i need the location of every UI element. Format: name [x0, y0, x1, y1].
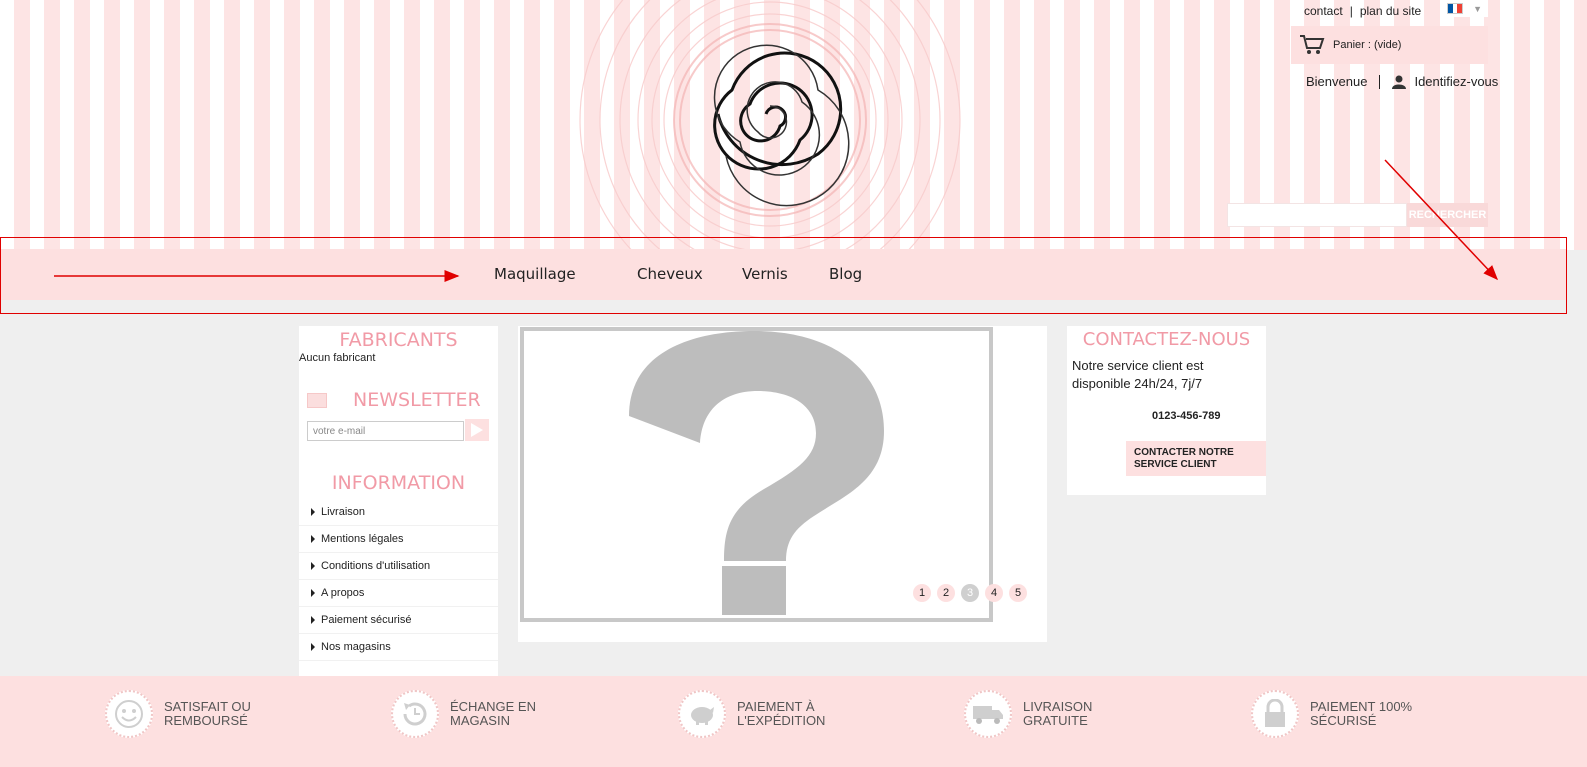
nav-item-blog[interactable]: Blog [829, 265, 862, 283]
contact-service-button[interactable]: CONTACTER NOTRE SERVICE CLIENT [1126, 441, 1266, 476]
newsletter-submit-button[interactable] [465, 419, 489, 441]
reassurance-footer: SATISFAIT OU REMBOURSÉ ÉCHANGE EN MAGASIN … [0, 676, 1587, 767]
feature-line: SÉCURISÉ [1310, 713, 1377, 728]
caret-right-icon [311, 643, 315, 651]
caret-right-icon [311, 589, 315, 597]
info-item-label: Mentions légales [321, 533, 404, 545]
contact-title: CONTACTEZ-NOUS [1082, 329, 1251, 350]
contact-link[interactable]: contact [1304, 4, 1343, 18]
cart-block[interactable]: Panier : (vide) [1291, 26, 1488, 64]
information-title: INFORMATION [331, 472, 466, 494]
contact-block: CONTACTEZ-NOUS Notre service client est … [1067, 326, 1266, 495]
nav-item-vernis[interactable]: Vernis [742, 265, 829, 283]
info-item-label: Conditions d'utilisation [321, 560, 431, 572]
logo[interactable] [575, 0, 965, 250]
newsletter-email-input[interactable]: votre e-mail [307, 421, 464, 441]
feature-line: REMBOURSÉ [164, 713, 248, 728]
chevron-down-icon: ▼ [1473, 3, 1482, 14]
language-selector[interactable]: ▼ [1441, 0, 1488, 17]
pager-dot-5[interactable]: 5 [1009, 584, 1027, 602]
info-item-mentions[interactable]: Mentions légales [299, 526, 498, 553]
feature-paiement-expedition: PAIEMENT À L'EXPÉDITION [678, 690, 847, 738]
exchange-clock-icon [391, 690, 439, 738]
left-column: FABRICANTS Aucun fabricant NEWSLETTER vo… [299, 326, 498, 676]
info-item-livraison[interactable]: Livraison [299, 499, 498, 526]
pager-dot-3[interactable]: 3 [961, 584, 979, 602]
feature-satisfait: SATISFAIT OU REMBOURSÉ [105, 690, 274, 738]
cart-icon [1300, 35, 1325, 54]
feature-livraison: LIVRAISON GRATUITE [964, 690, 1133, 738]
padlock-icon [1251, 690, 1299, 738]
login-link[interactable]: Identifiez-vous [1392, 74, 1498, 89]
pager-dot-1[interactable]: 1 [913, 584, 931, 602]
feature-line: PAIEMENT 100% [1310, 699, 1413, 714]
user-separator [1379, 74, 1381, 89]
info-item-apropos[interactable]: A propos [299, 580, 498, 607]
login-label: Identifiez-vous [1414, 74, 1499, 89]
search-button[interactable]: RECHERCHER [1407, 203, 1488, 227]
header: contact | plan du site ▼ Panier : (vide)… [0, 0, 1587, 250]
cart-label: Panier : (vide) [1333, 39, 1402, 51]
smiley-icon [105, 690, 153, 738]
info-item-paiement[interactable]: Paiement sécurisé [299, 607, 498, 634]
nav-item-maquillage[interactable]: Maquillage [494, 265, 637, 283]
slide-image[interactable] [520, 327, 993, 622]
feature-line: ÉCHANGE EN [450, 699, 536, 714]
feature-line: GRATUITE [1023, 713, 1088, 728]
nav-menu: Maquillage Cheveux Vernis Blog [494, 265, 862, 283]
info-item-magasins[interactable]: Nos magasins [299, 634, 498, 661]
user-bar: Bienvenue Identifiez-vous [1306, 74, 1498, 89]
contact-phone: 0123-456-789 [1152, 410, 1221, 422]
top-links: contact | plan du site [1304, 4, 1421, 18]
question-mark-icon [629, 331, 884, 615]
information-list: Livraison Mentions légales Conditions d'… [299, 499, 498, 661]
feature-line: SATISFAIT OU [164, 699, 251, 714]
swirl-logo-icon [579, 0, 961, 250]
feature-line: PAIEMENT À [737, 699, 815, 714]
envelope-icon [307, 393, 327, 408]
caret-right-icon [311, 508, 315, 516]
manufacturers-empty: Aucun fabricant [299, 352, 376, 364]
caret-right-icon [311, 535, 315, 543]
feature-echange: ÉCHANGE EN MAGASIN [391, 690, 560, 738]
newsletter-title: NEWSLETTER [353, 389, 481, 411]
search-input[interactable] [1227, 203, 1407, 227]
user-icon [1392, 75, 1407, 89]
info-item-label: A propos [321, 587, 365, 599]
play-arrow-icon [471, 423, 483, 437]
sitemap-link[interactable]: plan du site [1360, 4, 1421, 18]
slider-block: 1 2 3 4 5 [518, 326, 1047, 642]
feature-line: MAGASIN [450, 713, 510, 728]
info-item-label: Paiement sécurisé [321, 614, 412, 626]
feature-securise: PAIEMENT 100% SÉCURISÉ [1251, 690, 1420, 738]
caret-right-icon [311, 562, 315, 570]
slider-pager: 1 2 3 4 5 [913, 584, 1027, 602]
info-item-label: Nos magasins [321, 641, 391, 653]
contact-text: Notre service client est disponible 24h/… [1072, 358, 1204, 391]
nav-item-cheveux[interactable]: Cheveux [637, 265, 742, 283]
french-flag-icon [1447, 3, 1463, 14]
info-item-conditions[interactable]: Conditions d'utilisation [299, 553, 498, 580]
caret-right-icon [311, 616, 315, 624]
pager-dot-2[interactable]: 2 [937, 584, 955, 602]
pager-dot-4[interactable]: 4 [985, 584, 1003, 602]
piggy-bank-icon [678, 690, 726, 738]
welcome-text: Bienvenue [1306, 74, 1368, 89]
link-separator: | [1349, 4, 1353, 18]
feature-line: LIVRAISON [1023, 699, 1093, 714]
info-item-label: Livraison [321, 506, 366, 518]
truck-icon [964, 690, 1012, 738]
feature-line: L'EXPÉDITION [737, 713, 826, 728]
manufacturers-title[interactable]: FABRICANTS [299, 329, 498, 351]
